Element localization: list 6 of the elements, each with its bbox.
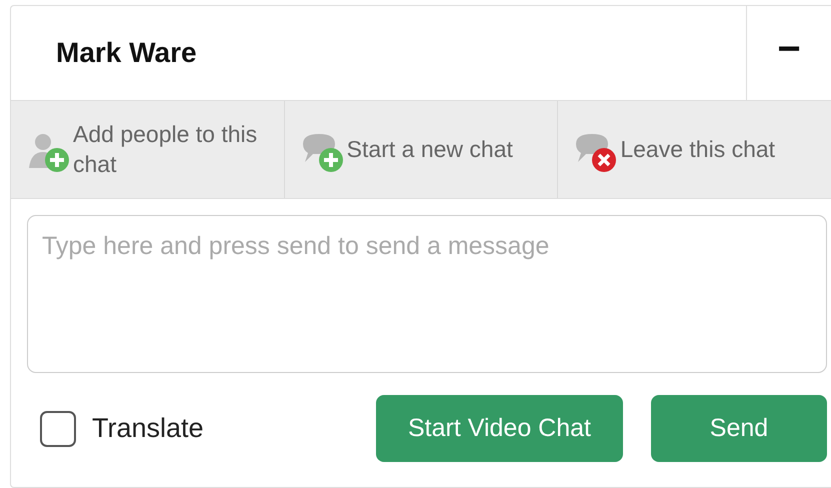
video-chat-button[interactable]: Start Video Chat [376,395,623,462]
translate-label[interactable]: Translate [92,408,204,449]
message-field[interactable]: Type here and press send to send a message [27,215,827,373]
send-button[interactable]: Send [651,395,827,462]
chat-title: Mark Ware [55,36,198,70]
translate-checkbox[interactable] [40,410,76,446]
